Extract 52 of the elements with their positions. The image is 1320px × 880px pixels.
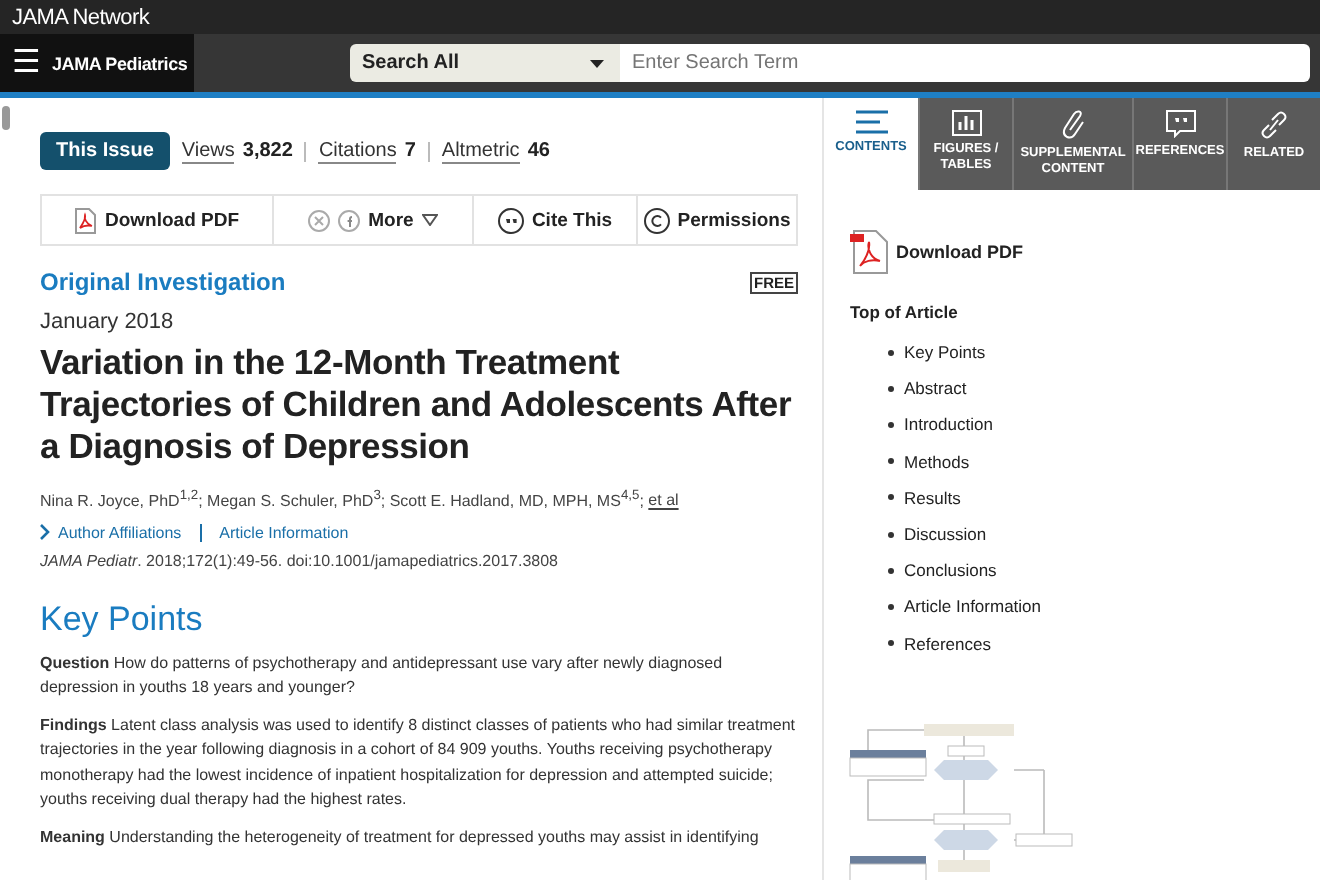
issue-date: January 2018 (40, 310, 176, 334)
toc-link[interactable]: Introduction (904, 414, 993, 435)
metric-link[interactable]: Citations (318, 139, 397, 163)
pdf-file-icon (850, 230, 888, 274)
quote-bubble-icon (1165, 110, 1195, 138)
section-heading: Key Points (40, 599, 205, 640)
quote-icon (497, 207, 524, 233)
facebook-icon (338, 209, 361, 231)
article-link[interactable]: Author Affiliations (58, 523, 182, 542)
copyright-icon (643, 207, 670, 233)
author-list: Nina R. Joyce, PhD$^{1,2}$; Megan S. Schuler, PhD$^{3}$; Scott E. Hadland, MD, MPH, MS$^{4,5}$; (40, 491, 644, 510)
permissions-button[interactable]: Permissions (636, 196, 796, 244)
toc-link[interactable]: Abstract (904, 378, 967, 399)
key-point-paragraph: Findings Latent class analysis was used to identify 8 distinct classes of patients who had similar treatment trajectories in the year following diagnosis in a cohort of 84 909 youths. Youths receiving psychotherapy monotherapy had the lowest incidence of inpatient hospitalization for depression and attempted suicide; youths receiving dual therapy had the highest rates. (40, 713, 797, 813)
toc-link[interactable]: Methods (904, 451, 970, 472)
metric-link[interactable]: Views (181, 139, 235, 163)
article-title: Variation in the 12-Month Treatment Trajectories of Children and Adolescents After a Diagnosis of Depression (40, 342, 794, 468)
article-link[interactable]: Article Information (219, 523, 349, 542)
toc-link[interactable]: References (904, 633, 991, 654)
journal-menu[interactable]: ☰ JAMA Pediatrics (0, 34, 194, 92)
metric-value: 3,822 (242, 140, 293, 162)
citation: JAMA Pediatr. 2018;172(1):49-56. doi:10.1001/jamapediatrics.2017.3808 (40, 551, 560, 570)
toc-link[interactable]: Conclusions (904, 560, 997, 581)
toc-link[interactable]: Results (904, 487, 961, 508)
x-icon (308, 209, 331, 231)
download-pdf-link[interactable]: Download PDF (896, 242, 1023, 262)
search-field[interactable]: Enter Search Term (620, 44, 1310, 82)
et-al-link[interactable]: et al (648, 491, 679, 510)
toc-link[interactable]: Article Information (904, 596, 1041, 617)
chevron-icon (40, 524, 50, 541)
article-type: Original Investigation (40, 268, 286, 296)
search-scope-dropdown[interactable]: Search All (350, 44, 620, 82)
dropdown-triangle-icon (421, 214, 438, 226)
menu-icon (855, 110, 887, 134)
bar-chart-icon (951, 110, 981, 136)
paperclip-icon (1061, 110, 1085, 140)
menu-icon[interactable]: ☰ (12, 47, 40, 79)
toc-heading[interactable]: Top of Article (850, 302, 1320, 322)
link-icon (1260, 110, 1288, 140)
key-point-paragraph: Meaning Understanding the heterogeneity of treatment for depressed youths may assist in identifying (40, 825, 761, 850)
journal-name[interactable]: JAMA Pediatrics (52, 53, 188, 73)
metric-value: 7 (404, 140, 416, 162)
metric-value: 46 (527, 140, 550, 162)
scrollbar-thumb[interactable] (2, 106, 10, 130)
this-issue-button[interactable]: This Issue (40, 132, 170, 170)
caret-icon (590, 59, 604, 67)
toc-link[interactable]: Discussion (904, 524, 987, 545)
key-point-paragraph: Question How do patterns of psychotherapy and antidepressant use vary after newly diagnosed depression in youths 18 years and younger? (40, 651, 725, 701)
toc-link[interactable]: Key Points (904, 342, 986, 363)
metric-link[interactable]: Altmetric (441, 139, 520, 163)
pdf-file-icon (74, 207, 97, 233)
network-logo[interactable]: JAMA Network (12, 5, 150, 29)
